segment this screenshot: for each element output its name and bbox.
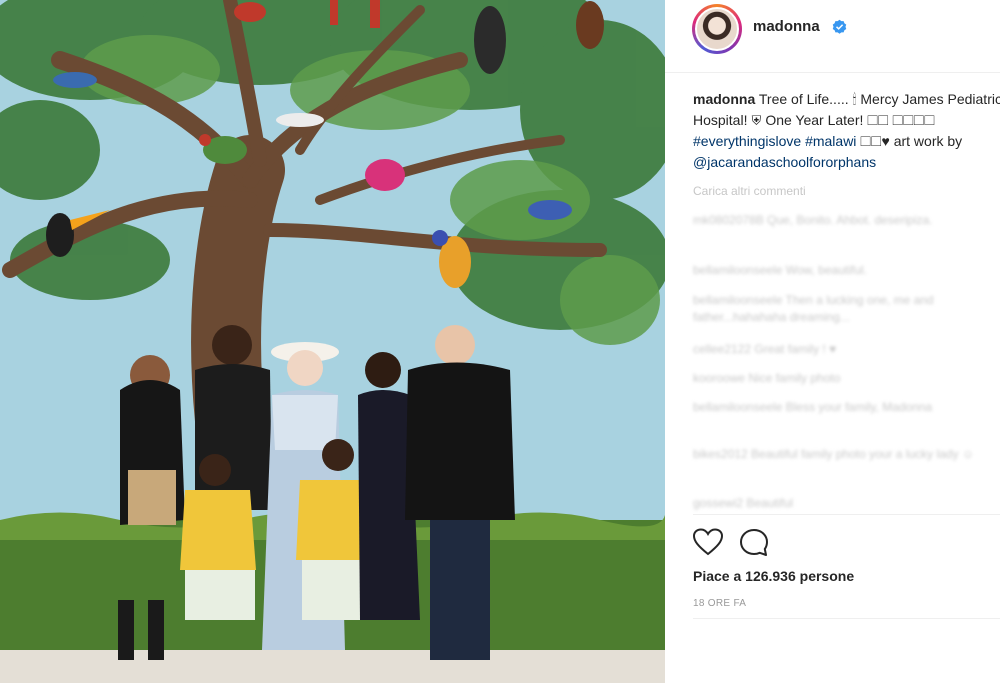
post-header: madonna [665, 0, 1000, 73]
comment-item: kooroowe Nice family photo [693, 371, 841, 385]
avatar-image [695, 7, 739, 51]
comment-icon[interactable] [739, 528, 769, 558]
comment-item: bikes2012 Beautiful family photo your a … [693, 447, 975, 461]
comment-item: mk0802078B Que, Bonito. Ahbot. deseripiz… [693, 213, 933, 227]
post-timestamp[interactable]: 18 ORE FA [693, 598, 746, 609]
post-side-panel: madonna madonna Tree of Life..... 🕯 Merc… [665, 0, 1000, 683]
header-username[interactable]: madonna [753, 18, 820, 35]
divider [693, 514, 1000, 515]
comment-item: bellamiloonseele Bless your family, Mado… [693, 400, 933, 414]
likes-count[interactable]: Piace a 126.936 persone [693, 568, 854, 584]
comment-item: gossewi2 Beautiful [693, 496, 794, 510]
divider [693, 618, 1000, 619]
caption-username[interactable]: madonna [693, 91, 755, 107]
hashtag-malawi[interactable]: #malawi [805, 133, 856, 149]
avatar[interactable] [692, 4, 742, 54]
verified-badge-icon [832, 19, 847, 34]
comment-item: cellee2122 Great family ! ♥ [693, 342, 837, 356]
comment-item: bellamiloonseele Then a lucking one, me … [693, 293, 934, 324]
comment-item: bellamiloonseele Wow, beautiful. [693, 263, 867, 277]
post-caption: madonna Tree of Life..... 🕯 Mercy James … [693, 89, 1000, 173]
caption-text-2: ☐☐♥ art work by [856, 133, 963, 149]
mention-link[interactable]: @jacarandaschoolfororphans [693, 154, 876, 170]
hashtag-everythingislove[interactable]: #everythingislove [693, 133, 801, 149]
load-more-comments[interactable]: Carica altri commenti [693, 184, 806, 198]
heart-icon[interactable] [693, 528, 723, 556]
family-photo-image [0, 0, 665, 683]
post-photo[interactable] [0, 0, 665, 683]
